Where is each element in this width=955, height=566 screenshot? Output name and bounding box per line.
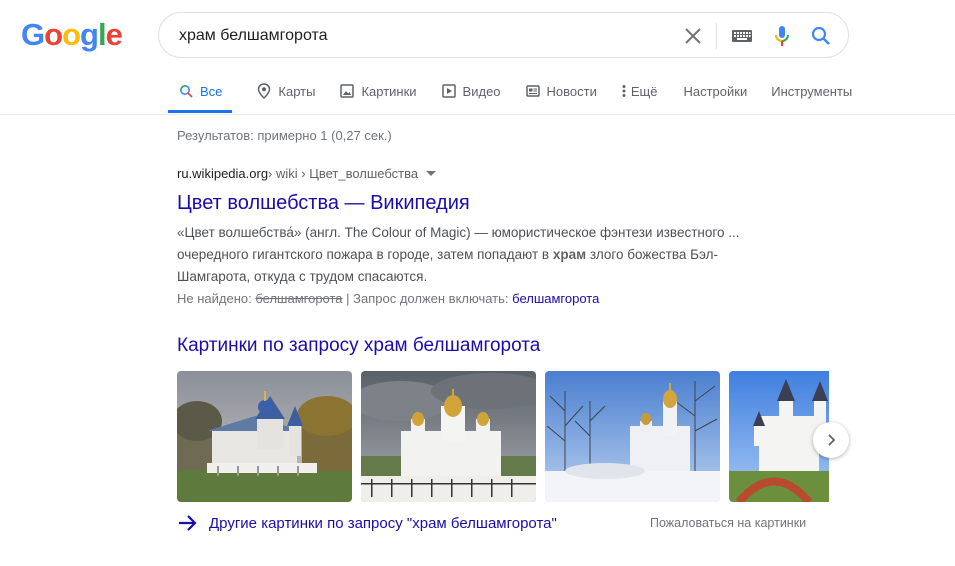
logo-letter: o (44, 17, 63, 52)
news-icon (525, 83, 541, 99)
snippet-line: очередного гигантского пожара в городе, … (177, 247, 553, 262)
microphone-icon[interactable] (770, 24, 794, 48)
require-term-link[interactable]: белшамгорота (512, 291, 599, 306)
more-images-label: Другие картинки по запросу "храм белшамг… (209, 514, 557, 532)
logo-letter: g (80, 17, 99, 52)
logo-letter: e (105, 17, 123, 52)
tab-tools[interactable]: Инструменты (771, 72, 852, 110)
tab-maps[interactable]: Карты (256, 72, 315, 110)
next-images-button[interactable] (813, 422, 849, 458)
logo-letter: o (62, 17, 81, 52)
tab-settings[interactable]: Настройки (683, 72, 747, 110)
image-icon (339, 83, 355, 99)
chevron-right-icon (828, 434, 836, 446)
search-input[interactable] (179, 25, 659, 47)
google-logo[interactable]: Google (21, 17, 123, 53)
search-divider (716, 23, 717, 49)
result-stats: Результатов: примерно 1 (0,27 сек.) (177, 128, 392, 143)
tab-label: Настройки (683, 83, 748, 99)
tab-video[interactable]: Видео (441, 72, 501, 110)
logo-letter: l (97, 17, 107, 52)
result-url[interactable]: ru.wikipedia.org › wiki › Цвет_волшебств… (177, 164, 777, 182)
tab-images[interactable]: Картинки (339, 72, 417, 110)
search-icon (178, 83, 194, 99)
tab-label: Картинки (361, 83, 417, 99)
arrow-right-icon (179, 515, 197, 531)
video-icon (441, 83, 457, 99)
search-tabs: Все Карты Картинки Видео Новости Ещё Нас… (168, 72, 876, 114)
missing-terms: Не найдено: белшамгорота | Запрос должен… (177, 289, 777, 309)
caret-down-icon[interactable] (426, 171, 437, 176)
tab-more[interactable]: Ещё (621, 72, 658, 110)
report-images-link[interactable]: Пожаловаться на картинки (650, 516, 806, 530)
tab-label: Карты (278, 83, 316, 99)
keyboard-icon[interactable] (731, 26, 753, 46)
search-icon[interactable] (809, 24, 833, 48)
tab-label: Ещё (630, 83, 658, 99)
tabs-divider (0, 114, 955, 115)
tab-label: Все (200, 83, 223, 99)
result-domain: ru.wikipedia.org (177, 165, 269, 181)
missing-label: Не найдено: (177, 291, 256, 306)
result-breadcrumb: › wiki › Цвет_волшебства (268, 165, 419, 181)
tab-label: Инструменты (771, 83, 853, 99)
result-title-link[interactable]: Цвет волшебства — Википедия (177, 190, 777, 216)
image-strip (177, 371, 829, 502)
tab-all[interactable]: Все (168, 72, 233, 113)
logo-letter: G (21, 17, 45, 52)
tab-label: Видео (462, 83, 501, 99)
snippet-line: Шамгарота, откуда с трудом спасаются. (177, 269, 428, 284)
snippet-highlight: храм (552, 247, 587, 262)
snippet-line: злого божества Бэл- (586, 247, 718, 262)
image-thumbnail[interactable] (177, 371, 352, 502)
search-box (158, 12, 849, 58)
snippet-line: «Цвет волшебства́» (англ. The Colour of … (177, 225, 740, 240)
more-vert-icon (621, 83, 627, 99)
search-result: ru.wikipedia.org › wiki › Цвет_волшебств… (177, 164, 777, 309)
map-pin-icon (256, 83, 272, 99)
require-label: | Запрос должен включать: (342, 291, 513, 306)
image-thumbnail[interactable] (361, 371, 536, 502)
more-images-link[interactable]: Другие картинки по запросу "храм белшамг… (177, 514, 557, 532)
image-thumbnail[interactable] (545, 371, 720, 502)
tab-label: Новости (546, 83, 597, 99)
result-snippet: «Цвет волшебства́» (англ. The Colour of … (177, 222, 777, 288)
clear-icon[interactable] (681, 24, 705, 48)
images-heading-link[interactable]: Картинки по запросу храм белшамгорота (177, 335, 540, 357)
missing-term: белшамгорота (255, 291, 343, 306)
tab-news[interactable]: Новости (525, 72, 597, 110)
